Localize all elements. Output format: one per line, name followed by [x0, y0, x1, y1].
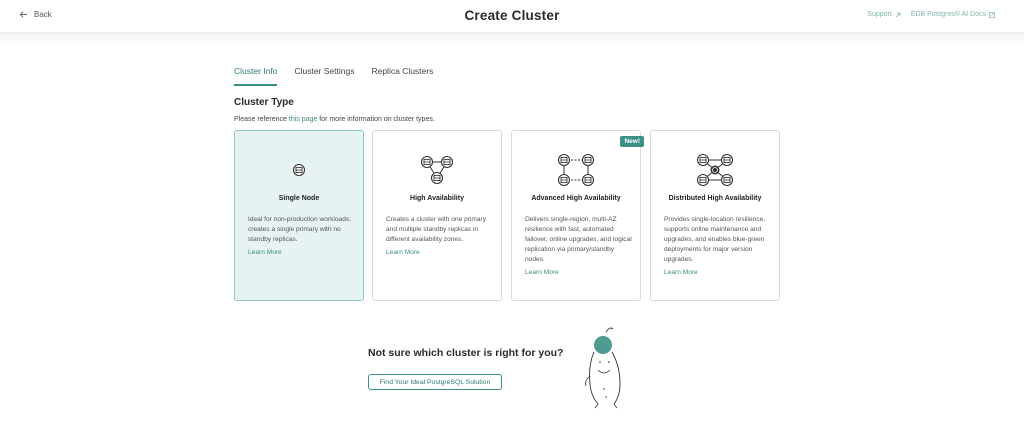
tab-replica-clusters[interactable]: Replica Clusters: [371, 66, 433, 86]
card-single-node[interactable]: Single Node Ideal for non-production wor…: [234, 130, 364, 301]
advanced-high-availability-icon: [557, 153, 595, 187]
high-availability-icon: [420, 155, 454, 185]
learn-more-link[interactable]: Learn More: [248, 248, 356, 258]
learn-more-link[interactable]: Learn More: [525, 268, 633, 278]
card-title: Distributed High Availability: [668, 195, 762, 202]
tab-bar: Cluster Info Cluster Settings Replica Cl…: [234, 66, 433, 86]
card-description: Provides single-location resilience, sup…: [664, 215, 772, 278]
card-title: High Availability: [410, 195, 464, 202]
header-links: Support EDB Postgres® AI Docs: [867, 11, 995, 18]
help-prompt: Not sure which cluster is right for you?: [368, 347, 564, 359]
single-node-icon: [292, 163, 306, 177]
card-advanced-high-availability[interactable]: New! Advanced High Availability Delivers…: [511, 130, 644, 301]
card-distributed-high-availability[interactable]: Distributed High Availability Provides s…: [650, 130, 780, 301]
new-badge: New!: [620, 136, 644, 147]
card-title: Advanced High Availability: [531, 195, 621, 202]
section-title: Cluster Type: [234, 97, 294, 108]
card-title: Single Node: [278, 195, 320, 202]
this-page-link[interactable]: this page: [289, 116, 317, 123]
elephant-mascot-illustration: [585, 327, 621, 409]
header-shadow: [0, 33, 1024, 47]
card-description: Ideal for non-production workloads; crea…: [248, 215, 356, 258]
tab-cluster-settings[interactable]: Cluster Settings: [294, 66, 354, 86]
card-high-availability[interactable]: High Availability Creates a cluster with…: [372, 130, 502, 301]
find-solution-button[interactable]: Find Your Ideal PostgreSQL Solution: [368, 374, 502, 390]
small-arrow-icon: [895, 12, 901, 17]
learn-more-link[interactable]: Learn More: [664, 268, 772, 278]
learn-more-link[interactable]: Learn More: [386, 248, 494, 258]
docs-link[interactable]: EDB Postgres® AI Docs: [911, 11, 995, 18]
top-bar: Back Create Cluster Support EDB Postgres…: [0, 0, 1024, 33]
card-description: Creates a cluster with one primary and m…: [386, 215, 494, 258]
support-link[interactable]: Support: [867, 11, 901, 18]
distributed-high-availability-icon: [696, 153, 734, 187]
tab-cluster-info[interactable]: Cluster Info: [234, 66, 278, 86]
card-description: Delivers single-region, multi-AZ resilie…: [525, 216, 633, 278]
external-link-icon: [989, 11, 995, 18]
reference-text: Please reference this page for more info…: [234, 116, 435, 123]
